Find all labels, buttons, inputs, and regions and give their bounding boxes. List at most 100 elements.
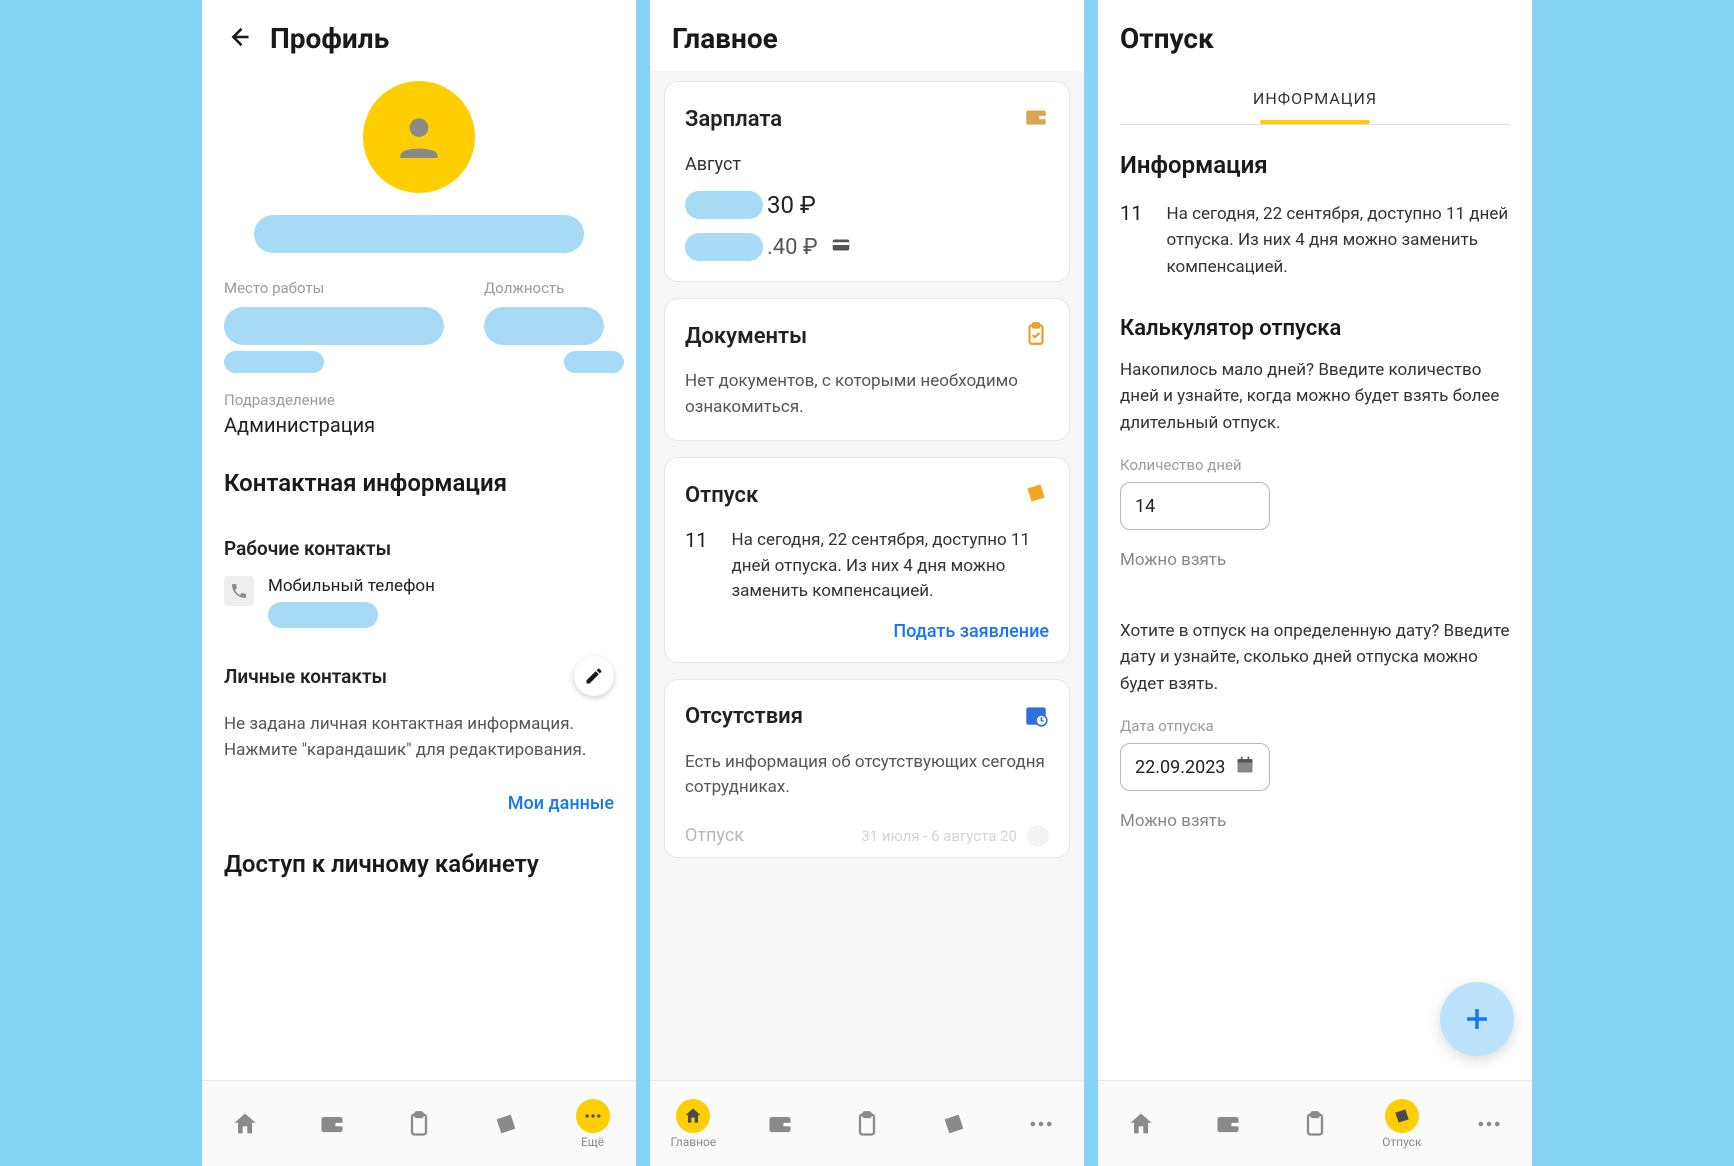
absence-avatar: [1027, 825, 1049, 847]
salary-month: Август: [685, 154, 1049, 175]
page-title: Отпуск: [1120, 22, 1214, 55]
ticket-icon: [940, 1110, 968, 1138]
nav-more[interactable]: [1459, 1110, 1519, 1138]
vacation-body: 11 На сегодня, 22 сентября, доступно 11 …: [685, 528, 1049, 605]
redacted-amount-1: [685, 191, 763, 219]
redacted-position-2: [564, 351, 624, 373]
nav-clipboard[interactable]: [1285, 1110, 1345, 1138]
calc-hint-2: Хотите в отпуск на определенную дату? Вв…: [1120, 618, 1510, 697]
nav-more[interactable]: Ещё: [563, 1099, 623, 1149]
tab-info[interactable]: ИНФОРМАЦИЯ: [1120, 89, 1510, 120]
nav-more[interactable]: [1011, 1110, 1071, 1138]
home-icon-circle: [676, 1099, 710, 1133]
salary-row-2: .40 ₽: [685, 233, 1049, 261]
documents-card[interactable]: Документы Нет документов, с которыми нео…: [664, 298, 1070, 441]
page-title: Главное: [672, 22, 778, 55]
nav-clipboard[interactable]: [389, 1110, 449, 1138]
salary-row-1: 30 ₽: [685, 191, 1049, 219]
documents-header: Документы: [685, 321, 1049, 351]
days-input-value: 14: [1135, 496, 1155, 517]
back-arrow-icon[interactable]: [224, 23, 252, 55]
work-contacts-title: Рабочие контакты: [224, 537, 614, 560]
redacted-phone: [268, 602, 378, 628]
documents-title: Документы: [685, 324, 807, 349]
card-payment-icon: [830, 234, 852, 260]
vacation-card[interactable]: Отпуск 11 На сегодня, 22 сентября, досту…: [664, 457, 1070, 663]
personal-contacts-title: Личные контакты: [224, 665, 387, 688]
cards-scroll: Зарплата Август 30 ₽ .40 ₽: [650, 71, 1084, 1166]
nav-home[interactable]: [1111, 1110, 1171, 1138]
fab-add[interactable]: [1440, 982, 1514, 1056]
date-input[interactable]: 22.09.2023: [1120, 743, 1270, 791]
nav-home-label: Главное: [671, 1135, 717, 1149]
can-take-1: Можно взять: [1120, 550, 1510, 570]
nav-wallet[interactable]: [750, 1110, 810, 1138]
workplace-label: Место работы: [224, 279, 444, 297]
position-label: Должность: [484, 279, 624, 297]
absences-card[interactable]: Отсутствия Есть информация об отсутствую…: [664, 679, 1070, 858]
bottom-nav: Отпуск: [1098, 1080, 1532, 1166]
wallet-icon: [1023, 104, 1049, 134]
date-input-label: Дата отпуска: [1120, 717, 1510, 735]
nav-ticket[interactable]: [924, 1110, 984, 1138]
info-days: 11: [1120, 201, 1142, 280]
redacted-amount-2: [685, 233, 763, 261]
department-value: Администрация: [224, 413, 614, 437]
work-position-row: Место работы Должность: [224, 279, 614, 373]
dots-icon: [583, 1106, 603, 1126]
screen-vacation: Отпуск ИНФОРМАЦИЯ Информация 11 На сегод…: [1098, 0, 1532, 1166]
calc-title: Калькулятор отпуска: [1120, 316, 1510, 341]
redacted-workplace-2: [224, 351, 324, 373]
personal-contacts-header: Личные контакты: [224, 656, 614, 696]
profile-content: Профиль Место работы Должность Подраздел: [202, 0, 636, 1166]
nav-ticket[interactable]: [476, 1110, 536, 1138]
edit-button[interactable]: [574, 656, 614, 696]
position-block: Должность: [484, 279, 624, 373]
clipboard-check-icon: [1023, 321, 1049, 351]
redacted-workplace-1: [224, 307, 444, 345]
info-text: На сегодня, 22 сентября, доступно 11 дне…: [1166, 201, 1510, 280]
person-icon: [391, 109, 447, 165]
calendar-icon[interactable]: [1235, 755, 1255, 780]
vacation-title: Отпуск: [685, 483, 758, 508]
home-icon: [683, 1106, 703, 1126]
department-block: Подразделение Администрация: [224, 391, 614, 437]
absence-row-dates: 31 июля - 6 августа 20: [861, 827, 1017, 845]
contact-info-title: Контактная информация: [224, 469, 614, 497]
absences-title: Отсутствия: [685, 704, 803, 729]
salary-amount-1-suffix: 30 ₽: [767, 191, 816, 219]
clipboard-icon: [1301, 1110, 1329, 1138]
absence-row-right: 31 июля - 6 августа 20: [861, 825, 1049, 847]
mobile-phone-row[interactable]: Мобильный телефон: [224, 576, 614, 628]
mobile-phone-block: Мобильный телефон: [268, 576, 435, 628]
wallet-icon: [1214, 1110, 1242, 1138]
mobile-phone-label: Мобильный телефон: [268, 576, 435, 596]
calc-hint-1: Накопилось мало дней? Введите количество…: [1120, 357, 1510, 436]
nav-wallet[interactable]: [1198, 1110, 1258, 1138]
clipboard-icon: [853, 1110, 881, 1138]
clipboard-icon: [405, 1110, 433, 1138]
nav-home[interactable]: Главное: [663, 1099, 723, 1149]
redacted-position-1: [484, 307, 604, 345]
salary-card[interactable]: Зарплата Август 30 ₽ .40 ₽: [664, 81, 1070, 282]
absences-header: Отсутствия: [685, 702, 1049, 732]
nav-clipboard[interactable]: [837, 1110, 897, 1138]
days-input[interactable]: 14: [1120, 482, 1270, 530]
avatar[interactable]: [363, 81, 475, 193]
more-icon-circle: [576, 1099, 610, 1133]
wallet-icon: [766, 1110, 794, 1138]
my-data-link[interactable]: Мои данные: [508, 793, 614, 814]
profile-header: Профиль: [224, 22, 614, 55]
personal-contacts-hint: Не задана личная контактная информация. …: [224, 712, 614, 763]
avatar-row: [224, 81, 614, 193]
absence-row[interactable]: Отпуск 31 июля - 6 августа 20: [685, 825, 1049, 847]
vacation-link-row: Подать заявление: [685, 621, 1049, 642]
vacation-apply-link[interactable]: Подать заявление: [893, 621, 1049, 642]
nav-wallet[interactable]: [302, 1110, 362, 1138]
nav-home[interactable]: [215, 1110, 275, 1138]
salary-amount-2-suffix: .40 ₽: [767, 235, 818, 260]
dots-icon: [1027, 1110, 1055, 1138]
pencil-icon: [584, 666, 604, 686]
home-icon: [231, 1110, 259, 1138]
nav-ticket[interactable]: Отпуск: [1372, 1099, 1432, 1149]
